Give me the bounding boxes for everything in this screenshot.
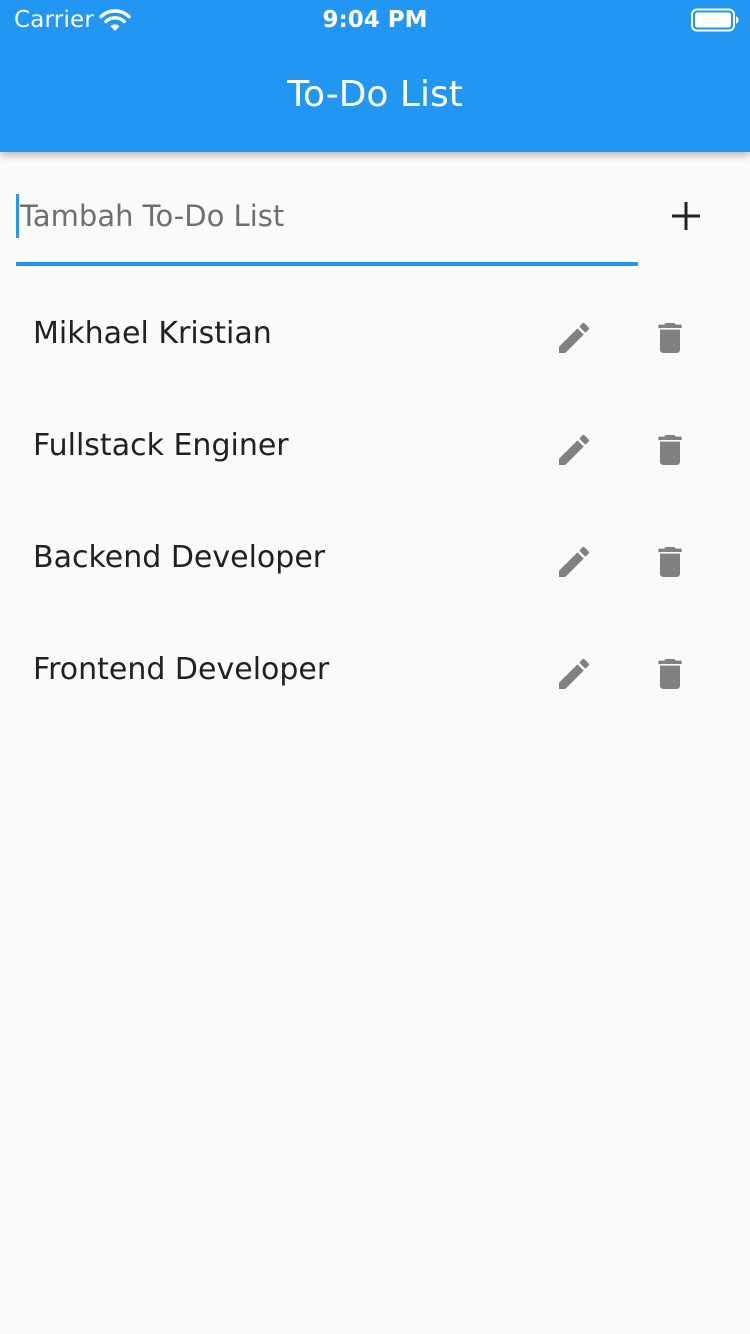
page-title: To-Do List [287, 74, 463, 115]
todo-item: Fullstack Enginer [0, 392, 750, 504]
trash-icon [658, 323, 682, 353]
todo-item-label: Backend Developer [33, 540, 326, 575]
trash-icon [658, 659, 682, 689]
pencil-icon [559, 322, 590, 353]
app-bar: Carrier 9:04 PM To-Do List [0, 0, 750, 152]
pencil-icon [559, 658, 590, 689]
pencil-icon [559, 434, 590, 465]
trash-icon [658, 435, 682, 465]
todo-item-label: Frontend Developer [33, 652, 330, 687]
delete-todo-button[interactable] [642, 310, 698, 366]
add-todo-input[interactable] [20, 188, 630, 244]
delete-todo-button[interactable] [642, 422, 698, 478]
pencil-icon [559, 546, 590, 577]
status-time: 9:04 PM [322, 7, 428, 33]
edit-todo-button[interactable] [546, 310, 602, 366]
edit-todo-button[interactable] [546, 422, 602, 478]
battery-icon [691, 8, 739, 32]
add-todo-button[interactable] [656, 186, 716, 246]
todo-list: Mikhael Kristian Fullstack Enginer Backe… [0, 280, 750, 728]
edit-todo-button[interactable] [546, 646, 602, 702]
todo-item: Backend Developer [0, 504, 750, 616]
delete-todo-button[interactable] [642, 534, 698, 590]
text-caret [16, 194, 19, 238]
todo-item: Frontend Developer [0, 616, 750, 728]
todo-item-label: Mikhael Kristian [33, 316, 272, 351]
plus-icon [672, 202, 700, 230]
add-todo-field [16, 184, 638, 266]
todo-item-label: Fullstack Enginer [33, 428, 289, 463]
trash-icon [658, 547, 682, 577]
delete-todo-button[interactable] [642, 646, 698, 702]
todo-item: Mikhael Kristian [0, 280, 750, 392]
edit-todo-button[interactable] [546, 534, 602, 590]
status-bar: Carrier 9:04 PM [0, 0, 750, 40]
